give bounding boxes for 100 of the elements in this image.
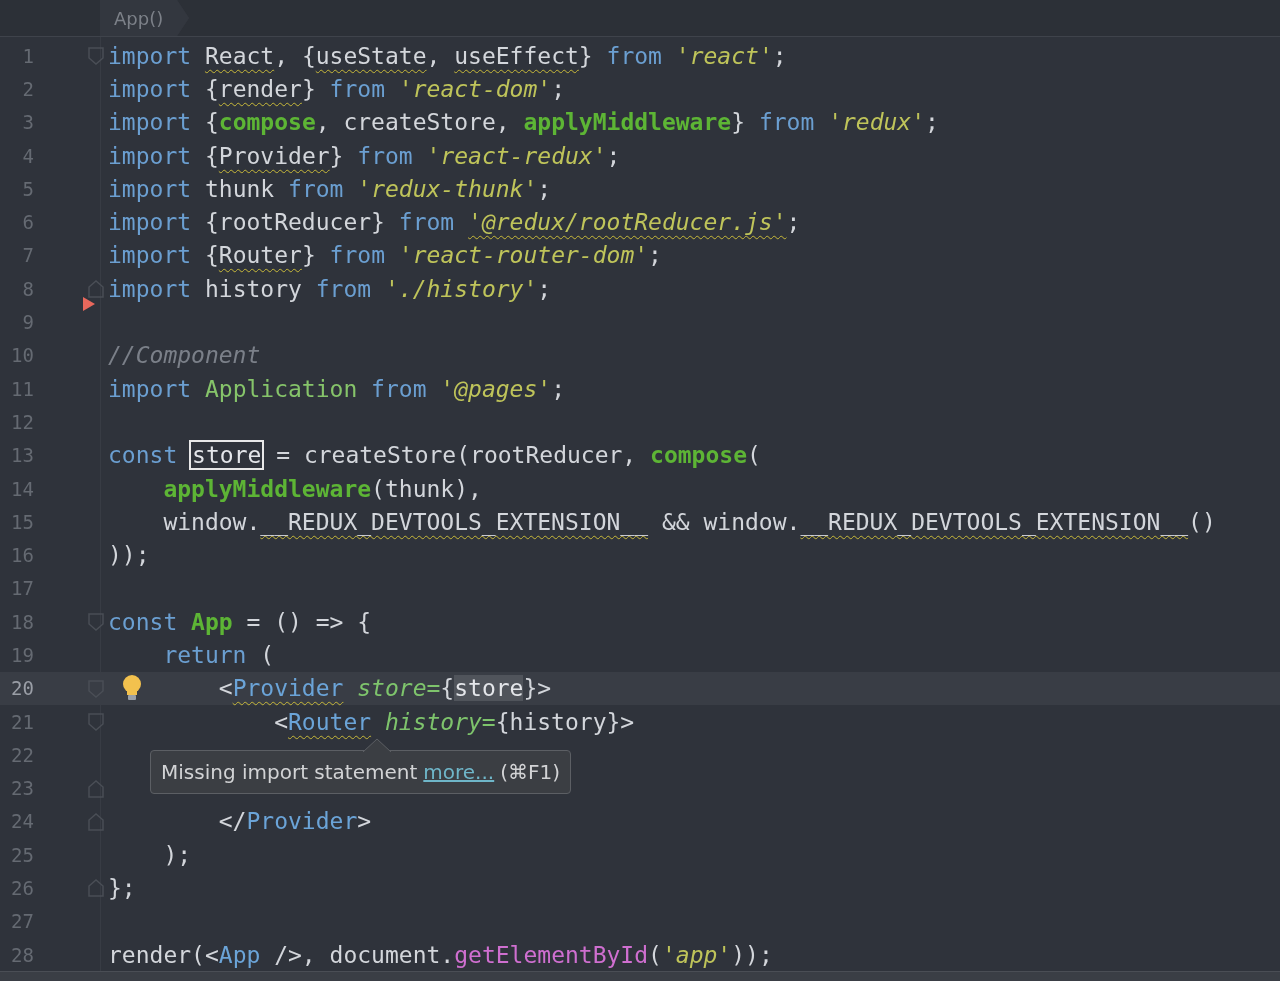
code-token: const <box>108 608 179 635</box>
code-token: </ <box>218 808 247 835</box>
code-token: < <box>274 708 288 735</box>
code-token: import <box>108 209 193 236</box>
code-token: '@pages' <box>440 375 552 402</box>
code-token: Provider <box>218 142 330 169</box>
breadcrumb-tab[interactable]: App() <box>100 0 190 36</box>
code-token: 'react-dom' <box>398 75 552 102</box>
code-token: store= <box>356 675 441 702</box>
code-token: store <box>454 675 524 702</box>
code-token: ); <box>163 841 192 868</box>
code-token: getElementById <box>454 941 649 968</box>
code-token: from <box>357 142 414 169</box>
code-token: } <box>731 109 747 136</box>
fold-icon[interactable] <box>88 280 104 299</box>
code-token: 'app' <box>661 941 732 968</box>
code-token: compose <box>218 109 316 136</box>
lightbulb-icon[interactable] <box>121 673 143 702</box>
code-token: {history}> <box>495 708 635 735</box>
code-token: , createStore, <box>315 109 511 136</box>
code-token: () <box>1188 508 1216 535</box>
code-token: from <box>315 275 373 302</box>
code-token: useState <box>315 42 427 69</box>
code-token: ; <box>537 275 552 302</box>
code-token: const <box>108 442 179 469</box>
code-token: } <box>301 242 317 269</box>
code-token: />, document. <box>273 941 455 968</box>
code-token: App <box>218 941 261 968</box>
code-token: = () => { <box>245 608 372 635</box>
fold-icon[interactable] <box>88 812 104 831</box>
code-token: App <box>191 608 233 635</box>
code-token: 'redux' <box>828 109 926 136</box>
fold-icon[interactable] <box>88 613 104 632</box>
code-token: ; <box>551 375 565 402</box>
code-token: //Component <box>108 342 261 369</box>
code-token: > <box>357 808 372 835</box>
code-token: from <box>398 209 456 236</box>
code-token: import <box>108 75 193 102</box>
code-token: , { <box>274 42 316 69</box>
code-token: ( <box>260 642 275 668</box>
code-token: from <box>329 242 386 269</box>
code-token: from <box>758 109 816 136</box>
code-token: && window. <box>660 508 801 535</box>
code-token: ( <box>747 442 761 469</box>
code-token: ; <box>606 142 621 169</box>
code-token: store <box>191 442 263 469</box>
code-token: { <box>204 242 219 269</box>
code-token: return <box>163 642 248 668</box>
code-token: }> <box>523 675 552 702</box>
code-token: import <box>108 142 193 169</box>
code-token: 'react' <box>675 42 773 69</box>
code-token: = createStore(rootReducer, <box>275 442 638 469</box>
fold-icon[interactable] <box>88 879 104 898</box>
code-token: 'redux-thunk' <box>357 175 538 202</box>
code-token: Provider <box>232 675 344 702</box>
code-token: } <box>301 75 317 102</box>
code-token: React <box>204 42 275 69</box>
code-token: __REDUX_DEVTOOLS_EXTENSION__ <box>260 508 649 535</box>
code-token: import <box>108 42 193 69</box>
code-token: history= <box>383 708 496 735</box>
code-token: './history' <box>384 275 538 302</box>
code-token: import <box>108 175 193 202</box>
line-number: 20 <box>10 677 34 700</box>
code-token: from <box>329 75 386 102</box>
code-token: { <box>204 75 219 102</box>
code-token: )); <box>108 542 150 569</box>
code-token: ; <box>925 109 939 136</box>
code-token: window. <box>163 508 261 535</box>
code-token: applyMiddleware <box>523 109 732 136</box>
code-token: { <box>204 142 219 169</box>
code-token: , <box>426 42 442 69</box>
code-token: { <box>440 675 455 702</box>
more-link[interactable]: more... <box>423 760 495 784</box>
code-token: Provider <box>246 808 358 835</box>
code-token: '@redux/rootReducer.js' <box>468 209 787 236</box>
code-token: ; <box>772 42 787 69</box>
code-token: }; <box>108 875 136 902</box>
code-token: import <box>108 242 193 269</box>
code-token: ; <box>551 75 566 102</box>
code-token: Router <box>288 708 372 735</box>
code-token: 'react-redux' <box>426 142 607 169</box>
code-token: { <box>204 109 219 136</box>
code-token: 'react-router-dom' <box>398 242 649 269</box>
tooltip-text: Missing import statement <box>161 760 418 784</box>
fold-icon[interactable] <box>88 712 104 731</box>
code-token: } <box>329 142 345 169</box>
fold-icon[interactable] <box>88 47 104 65</box>
code-token: from <box>371 375 428 402</box>
code-token: render <box>218 75 302 102</box>
shortcut-text: (⌘F1) <box>500 760 561 784</box>
code-token: < <box>218 675 233 702</box>
code-token: from <box>606 42 663 69</box>
code-token: import <box>108 375 193 402</box>
code-token: Application <box>204 375 359 402</box>
code-token: __REDUX_DEVTOOLS_EXTENSION__ <box>800 508 1189 535</box>
fold-icon[interactable] <box>88 779 104 798</box>
code-token: thunk <box>204 175 276 202</box>
code-token: render(< <box>108 941 219 968</box>
code-token: ; <box>537 175 552 202</box>
code-token: compose <box>650 442 747 469</box>
